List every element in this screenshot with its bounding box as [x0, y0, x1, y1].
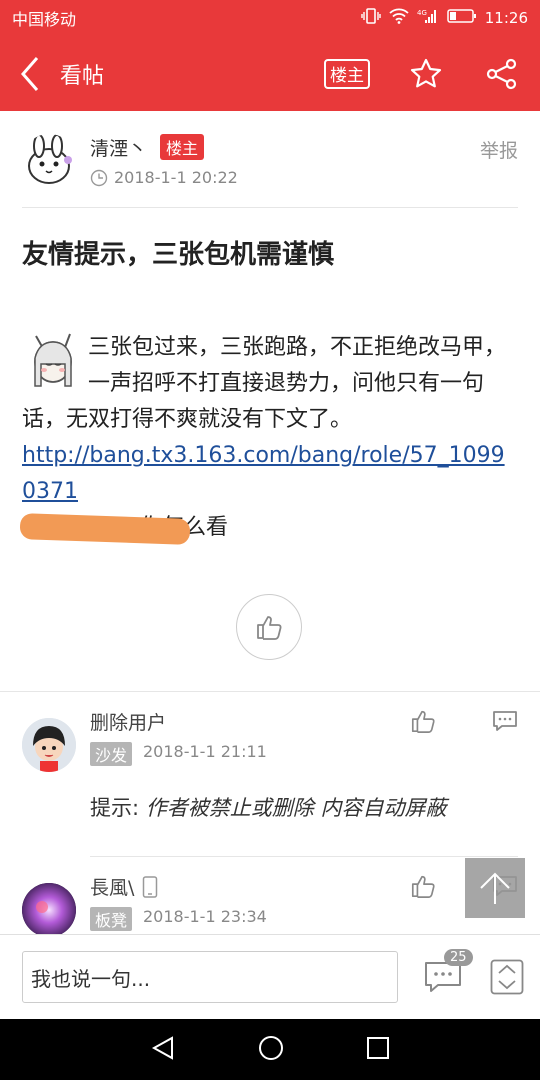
comment-time: 2018-1-1 21:11 — [143, 742, 267, 761]
comment-count-badge: 25 — [444, 949, 473, 966]
floor-badge: 板凳 — [90, 907, 133, 931]
post-author-row: 清湮丶 楼主 2018-1-1 20:22 举报 — [22, 130, 518, 208]
report-link[interactable]: 举报 — [480, 136, 518, 163]
comment-time: 2018-1-1 23:34 — [143, 907, 267, 926]
status-bar: 中国移动 4G 11:26 — [0, 0, 540, 36]
chat-bubble-icon — [493, 711, 517, 731]
tip-prefix: 提示: — [90, 796, 140, 820]
post-title: 友情提示，三张包机需谨慎 — [22, 240, 335, 270]
nav-home-button[interactable] — [257, 1034, 285, 1066]
reply-input[interactable]: 我也说一句... — [22, 951, 398, 1003]
triangle-back-icon — [152, 1035, 174, 1060]
comment-like-button[interactable] — [410, 708, 436, 738]
thumbs-up-icon — [411, 875, 435, 898]
tip-text: 作者被禁止或删除 内容自动屏蔽 — [145, 796, 447, 820]
carrier-name: 中国移动 — [12, 10, 77, 29]
section-divider — [0, 691, 540, 692]
post-like-button[interactable] — [236, 594, 302, 660]
commenter-name-text[interactable]: 長風\ — [90, 873, 134, 900]
up-down-arrows-icon — [490, 959, 524, 995]
star-icon — [410, 58, 442, 87]
back-button[interactable] — [0, 36, 60, 111]
reply-bar: 我也说一句... 25 — [0, 934, 540, 1019]
comment-item: 長風\ 板凳 2018-1-1 23:34 — [22, 873, 518, 937]
owner-badge: 楼主 — [160, 134, 205, 160]
commenter-avatar[interactable] — [22, 718, 76, 772]
wifi-icon — [389, 8, 409, 28]
only-owner-button[interactable]: 楼主 — [324, 58, 370, 89]
share-button[interactable] — [482, 54, 522, 94]
post-time: 2018-1-1 20:22 — [90, 168, 238, 187]
arrow-up-icon — [480, 872, 510, 904]
system-nav-bar — [0, 1019, 540, 1080]
circle-home-icon — [258, 1035, 283, 1060]
post-time-text: 2018-1-1 20:22 — [114, 168, 238, 187]
thumbs-up-icon — [411, 710, 435, 733]
nav-back-button[interactable] — [150, 1035, 176, 1065]
nav-recents-button[interactable] — [366, 1036, 390, 1064]
comment-item: 删除用户 沙发 2018-1-1 21:11 提示: 作者被禁止或删除 内容自动… — [22, 708, 518, 838]
author-avatar[interactable] — [22, 134, 76, 188]
thumbs-up-icon — [257, 616, 282, 640]
comment-like-button[interactable] — [410, 873, 436, 903]
author-name[interactable]: 清湮丶 — [90, 134, 147, 161]
svg-text:4G: 4G — [417, 9, 427, 17]
commenter-avatar[interactable] — [22, 883, 76, 937]
page-title: 看帖 — [60, 63, 105, 89]
clock: 11:26 — [484, 9, 528, 27]
clock-icon — [90, 169, 108, 186]
top-bar: 看帖 楼主 — [0, 36, 540, 111]
floor-badge: 沙发 — [90, 742, 133, 766]
comment-reply-button[interactable] — [492, 708, 518, 738]
post-body: 三张包过来，三张跑路，不正拒绝改马甲，一声招呼不打直接退势力，问他只有一句话，无… — [19, 330, 518, 546]
redaction-scribble — [19, 513, 191, 545]
favorite-button[interactable] — [406, 54, 446, 94]
cellular-signal-icon: 4G — [417, 8, 439, 28]
mobile-phone-icon — [143, 875, 158, 898]
battery-icon — [447, 8, 477, 28]
chevron-left-icon — [21, 56, 39, 91]
page-up-down-button[interactable] — [490, 959, 524, 999]
vibrate-icon — [361, 8, 381, 28]
post-tail-line: 你怎么看 — [19, 510, 518, 546]
emoticon-image — [22, 330, 84, 392]
square-recents-icon — [366, 1036, 389, 1059]
commenter-name: 長風\ — [90, 873, 158, 900]
scroll-to-top-button[interactable] — [465, 858, 525, 918]
commenter-name[interactable]: 删除用户 — [90, 708, 166, 735]
post-link[interactable]: http://bang.tx3.163.com/bang/role/57_109… — [22, 438, 518, 510]
share-icon — [486, 58, 517, 89]
post-body-text: 三张包过来，三张跑路，不正拒绝改马甲，一声招呼不打直接退势力，问他只有一句话，无… — [22, 335, 507, 432]
comment-divider — [90, 856, 518, 857]
blocked-content-tip: 提示: 作者被禁止或删除 内容自动屏蔽 — [90, 792, 446, 822]
